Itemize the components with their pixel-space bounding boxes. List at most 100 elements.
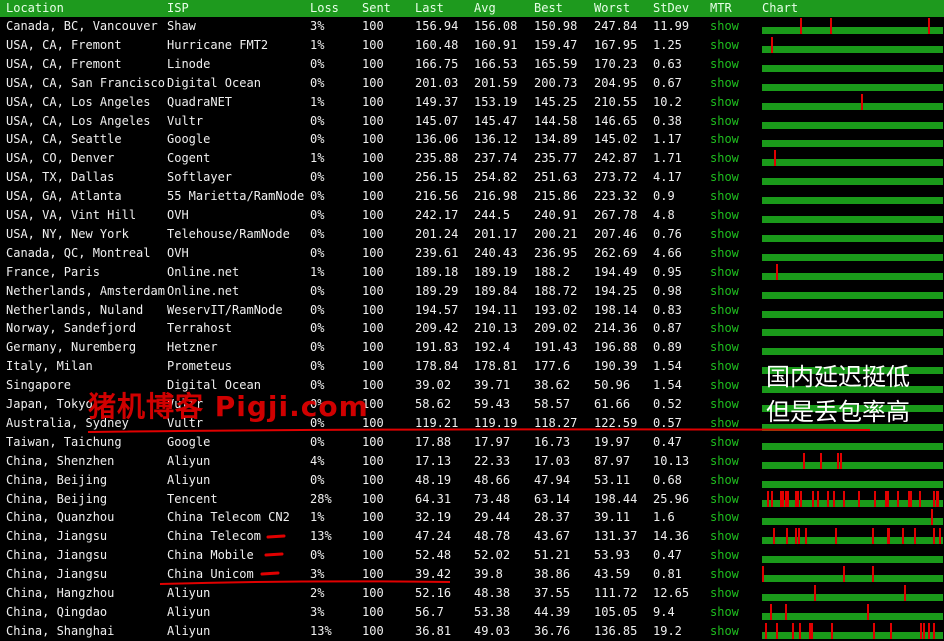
table-row: France, Paris Online.net 1% 100 189.18 189.19… (0, 263, 944, 282)
header-sent[interactable]: Sent (362, 1, 391, 16)
row-location: USA, CA, Los Angeles (6, 113, 151, 128)
table-row: China, Shenzhen Aliyun 4% 100 17.13 22.33 17.0… (0, 452, 944, 471)
mtr-show-link[interactable]: show (710, 586, 739, 601)
mtr-show-link[interactable]: show (710, 208, 739, 223)
row-avg: 216.98 (474, 189, 518, 204)
row-avg: 189.19 (474, 264, 518, 279)
row-stdev: 0.38 (653, 113, 682, 128)
mtr-show-link[interactable]: show (710, 57, 739, 72)
mtr-show-link[interactable]: show (710, 189, 739, 204)
row-sent: 100 (362, 472, 384, 487)
row-worst: 136.85 (594, 623, 638, 638)
table-row: China, Jiangsu China Telecom 13% 100 47.24 48… (0, 527, 944, 546)
mtr-show-link[interactable]: show (710, 265, 739, 280)
header-last[interactable]: Last (415, 1, 444, 16)
row-location: USA, CO, Denver (6, 151, 115, 166)
row-best: 188.2 (534, 264, 571, 279)
mtr-show-link[interactable]: show (710, 132, 739, 147)
row-stdev: 0.52 (653, 397, 682, 411)
row-stdev: 0.57 (653, 415, 682, 430)
mtr-show-link[interactable]: show (710, 529, 739, 544)
mtr-show-link[interactable]: show (710, 624, 739, 639)
header-worst[interactable]: Worst (594, 1, 630, 16)
mtr-show-link[interactable]: show (710, 76, 739, 91)
loss-spike (861, 93, 863, 110)
loss-spike (795, 528, 797, 545)
mtr-show-link[interactable]: show (710, 114, 739, 129)
row-avg: 254.82 (474, 170, 518, 185)
row-isp: China Telecom CN2 (167, 510, 290, 525)
row-avg: 53.38 (474, 604, 511, 619)
latency-chart (762, 528, 943, 545)
table-row: USA, NY, New York Telehouse/RamNode 0% 100 2… (0, 225, 944, 244)
row-isp: Aliyun (167, 604, 211, 619)
row-loss: 0% (310, 340, 325, 355)
row-location: China, Jiangsu (6, 567, 108, 582)
mtr-show-link[interactable]: show (710, 492, 739, 507)
row-last: 17.13 (415, 453, 452, 468)
mtr-show-link[interactable]: show (710, 605, 739, 620)
row-worst: 207.46 (594, 226, 638, 241)
mtr-show-link[interactable]: show (710, 246, 739, 261)
header-loss[interactable]: Loss (310, 1, 339, 16)
row-last: 17.88 (415, 434, 452, 449)
header-avg[interactable]: Avg (474, 1, 496, 16)
header-best[interactable]: Best (534, 1, 563, 16)
mtr-show-link[interactable]: show (710, 359, 739, 374)
header-location[interactable]: Location (6, 1, 64, 16)
mtr-show-link[interactable]: show (710, 510, 739, 525)
loss-spike (771, 490, 773, 507)
row-best: 28.37 (534, 510, 571, 525)
mtr-show-link[interactable]: show (710, 435, 739, 450)
loss-spike (867, 603, 869, 620)
mtr-show-link[interactable]: show (710, 227, 739, 242)
loss-spike (933, 528, 935, 545)
row-last: 256.15 (415, 170, 459, 185)
mtr-show-link[interactable]: show (710, 397, 739, 412)
row-isp: Aliyun (167, 586, 211, 600)
header-stdev[interactable]: StDev (653, 1, 689, 16)
mtr-show-link[interactable]: show (710, 548, 739, 563)
row-loss: 0% (310, 548, 325, 563)
mtr-show-link[interactable]: show (710, 416, 739, 431)
row-loss: 0% (310, 208, 325, 222)
latency-baseline (762, 253, 943, 261)
table-row: USA, CO, Denver Cogent 1% 100 235.88 237.74 23… (0, 149, 944, 168)
mtr-show-link[interactable]: show (710, 284, 739, 299)
row-location: Netherlands, Nuland (6, 302, 144, 317)
row-last: 189.29 (415, 283, 459, 298)
mtr-show-link[interactable]: show (710, 151, 739, 166)
row-location: China, Jiangsu (6, 548, 108, 563)
mtr-show-link[interactable]: show (710, 454, 739, 469)
latency-chart (762, 310, 943, 318)
loss-spike (931, 509, 933, 526)
row-best: 37.55 (534, 586, 571, 600)
row-isp: Hetzner (167, 340, 218, 355)
latency-chart (762, 253, 943, 261)
mtr-show-link[interactable]: show (710, 95, 739, 110)
table-row: China, Jiangsu China Unicom 3% 100 39.42 39.8… (0, 565, 944, 584)
mtr-show-link[interactable]: show (710, 567, 739, 582)
mtr-show-link[interactable]: show (710, 340, 739, 355)
mtr-show-link[interactable]: show (710, 38, 739, 53)
row-worst: 111.72 (594, 586, 638, 600)
row-worst: 247.84 (594, 19, 638, 33)
latency-baseline (762, 45, 943, 53)
row-best: 38.86 (534, 567, 571, 582)
row-location: China, Hangzhou (6, 586, 115, 600)
row-avg: 210.13 (474, 321, 518, 336)
row-best: 38.62 (534, 378, 571, 393)
mtr-show-link[interactable]: show (710, 303, 739, 318)
mtr-show-link[interactable]: show (710, 170, 739, 185)
loss-spike (887, 490, 889, 507)
mtr-show-link[interactable]: show (710, 378, 739, 393)
row-best: 16.73 (534, 434, 571, 449)
mtr-show-link[interactable]: show (710, 19, 739, 34)
row-avg: 48.38 (474, 586, 511, 600)
mtr-show-link[interactable]: show (710, 321, 739, 336)
row-sent: 100 (362, 37, 384, 52)
header-isp[interactable]: ISP (167, 1, 189, 16)
mtr-show-link[interactable]: show (710, 473, 739, 488)
row-best: 118.27 (534, 415, 578, 430)
loss-spike (923, 622, 925, 639)
